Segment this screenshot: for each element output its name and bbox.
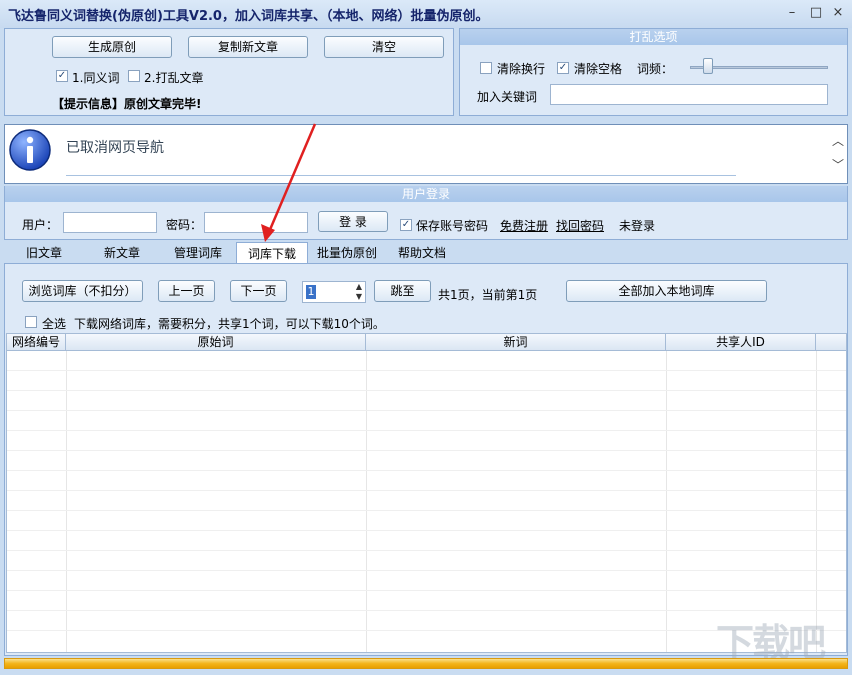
column-divider <box>816 351 817 652</box>
register-link[interactable]: 免费注册 <box>500 217 548 234</box>
generate-button[interactable]: 生成原创 <box>52 36 172 58</box>
synonym-label: 1.同义词 <box>72 71 120 85</box>
tab-old-article[interactable]: 旧文章 <box>10 242 78 264</box>
info-message: 已取消网页导航 <box>66 140 164 156</box>
shuffle-label: 2.打乱文章 <box>144 71 204 85</box>
user-label: 用户： <box>22 218 59 232</box>
row-divider <box>7 590 846 591</box>
column-divider <box>366 351 367 652</box>
row-divider <box>7 410 846 411</box>
page-info: 共1页，当前第1页 <box>438 288 538 302</box>
remove-newline-checkbox[interactable] <box>480 62 492 74</box>
login-title: 用户登录 <box>5 186 847 202</box>
shuffle-checkbox[interactable] <box>128 70 140 82</box>
login-button[interactable]: 登 录 <box>318 211 388 232</box>
info-icon <box>8 128 52 172</box>
download-notice: 下载网络词库，需要积分，共享1个词，可以下载10个词。 <box>74 317 385 331</box>
clear-button[interactable]: 清空 <box>324 36 444 58</box>
next-page-button[interactable]: 下一页 <box>230 280 287 302</box>
tab-new-article[interactable]: 新文章 <box>88 242 156 264</box>
frequency-slider-thumb[interactable] <box>703 58 713 74</box>
row-divider <box>7 510 846 511</box>
row-divider <box>7 450 846 451</box>
page-number-value[interactable]: 1 <box>306 285 316 299</box>
select-all-label: 全选 <box>42 317 67 331</box>
scroll-down-icon[interactable]: ﹀ <box>829 156 847 176</box>
tab-help[interactable]: 帮助文档 <box>388 242 456 264</box>
column-header-net-id[interactable]: 网络编号 <box>7 334 66 351</box>
keyword-input[interactable] <box>550 84 828 105</box>
row-divider <box>7 390 846 391</box>
row-divider <box>7 430 846 431</box>
column-divider <box>66 351 67 652</box>
info-divider <box>66 175 736 176</box>
prev-page-button[interactable]: 上一页 <box>158 280 215 302</box>
column-divider <box>666 351 667 652</box>
column-header-filler <box>816 334 846 351</box>
row-divider <box>7 570 846 571</box>
title-bar: 飞达鲁同义词替换(伪原创)工具V2.0，加入词库共享、（本地、网络）批量伪原创。… <box>0 0 852 28</box>
progress-bar <box>4 658 848 669</box>
remove-space-checkbox[interactable]: ✓ <box>557 62 569 74</box>
remove-newline-label: 清除换行 <box>497 62 546 76</box>
hint-text: 【提示信息】原创文章完毕! <box>52 97 202 111</box>
synonym-checkbox[interactable]: ✓ <box>56 70 68 82</box>
add-all-to-local-button[interactable]: 全部加入本地词库 <box>566 280 767 302</box>
tab-manage-lexicon[interactable]: 管理词库 <box>162 242 234 264</box>
login-status: 未登录 <box>619 219 656 233</box>
jump-button[interactable]: 跳至 <box>374 280 431 302</box>
close-button[interactable]: × <box>828 4 848 22</box>
row-divider <box>7 370 846 371</box>
window-title: 飞达鲁同义词替换(伪原创)工具V2.0，加入词库共享、（本地、网络）批量伪原创。 <box>8 9 489 24</box>
maximize-button[interactable]: □ <box>806 4 826 22</box>
column-header-original-word[interactable]: 原始词 <box>66 334 366 351</box>
user-input[interactable] <box>63 212 157 233</box>
red-arrow-annotation <box>261 123 317 242</box>
shuffle-options-title: 打乱选项 <box>460 29 847 45</box>
copy-article-button[interactable]: 复制新文章 <box>188 36 308 58</box>
row-divider <box>7 550 846 551</box>
row-divider <box>7 490 846 491</box>
recover-password-link[interactable]: 找回密码 <box>556 217 604 234</box>
stepper-up-icon[interactable]: ▲ <box>353 282 365 292</box>
keyword-label: 加入关键词 <box>477 90 538 104</box>
stepper-down-icon[interactable]: ▼ <box>353 292 365 302</box>
select-all-checkbox[interactable] <box>25 316 37 328</box>
column-header-new-word[interactable]: 新词 <box>366 334 666 351</box>
lexicon-table <box>6 333 847 653</box>
column-header-sharer-id[interactable]: 共享人ID <box>666 334 816 351</box>
password-label: 密码： <box>166 218 203 232</box>
row-divider <box>7 610 846 611</box>
save-password-checkbox[interactable]: ✓ <box>400 219 412 231</box>
save-password-label: 保存账号密码 <box>416 219 489 233</box>
remove-space-label: 清除空格 <box>574 62 623 76</box>
scroll-up-icon[interactable]: ︿ <box>829 132 847 152</box>
row-divider <box>7 530 846 531</box>
frequency-label: 词频： <box>637 62 674 76</box>
browse-lexicon-button[interactable]: 浏览词库（不扣分） <box>22 280 143 302</box>
minimize-button[interactable]: – <box>782 4 802 22</box>
row-divider <box>7 470 846 471</box>
